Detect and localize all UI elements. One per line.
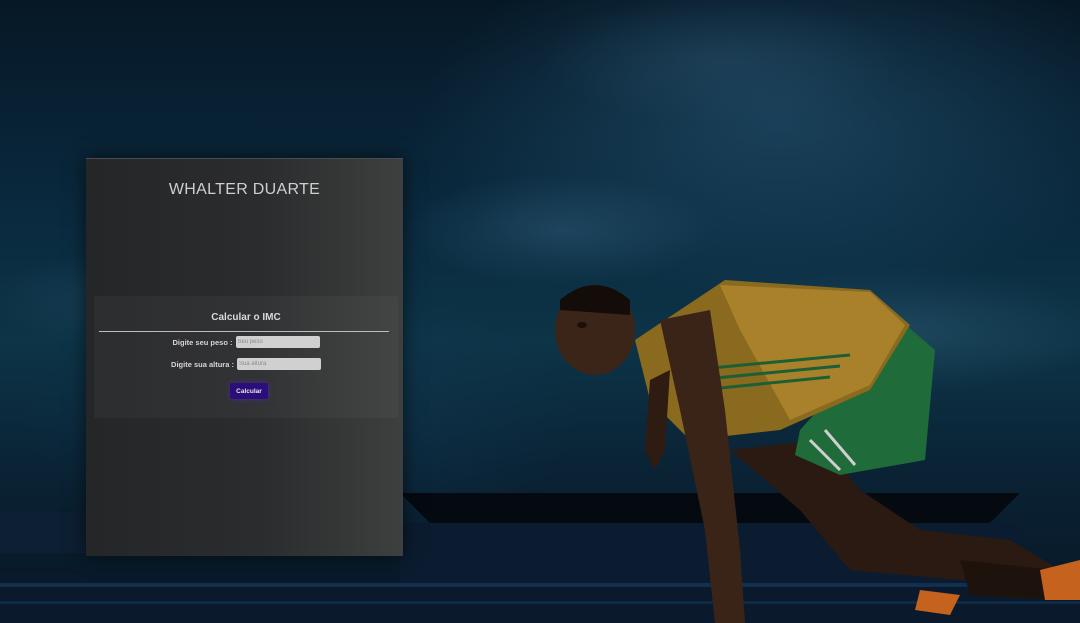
weight-row: Digite seu peso : <box>94 336 398 348</box>
imc-form-panel: Calcular o IMC Digite seu peso : Digite … <box>94 296 398 418</box>
height-input[interactable] <box>236 358 321 370</box>
weight-input[interactable] <box>235 336 320 348</box>
height-row: Digite sua altura : <box>94 358 398 370</box>
form-divider <box>99 331 389 332</box>
main-card: WHALTER DUARTE Calcular o IMC Digite seu… <box>86 158 403 556</box>
form-title: Calcular o IMC <box>211 312 281 323</box>
height-label: Digite sua altura : <box>171 359 234 369</box>
page: WHALTER DUARTE Calcular o IMC Digite seu… <box>0 0 1080 623</box>
brand-title: WHALTER DUARTE <box>168 181 321 198</box>
weight-label: Digite seu peso : <box>172 337 233 347</box>
athlete-image <box>555 280 1080 623</box>
calculate-button[interactable]: Calcular <box>230 383 268 399</box>
